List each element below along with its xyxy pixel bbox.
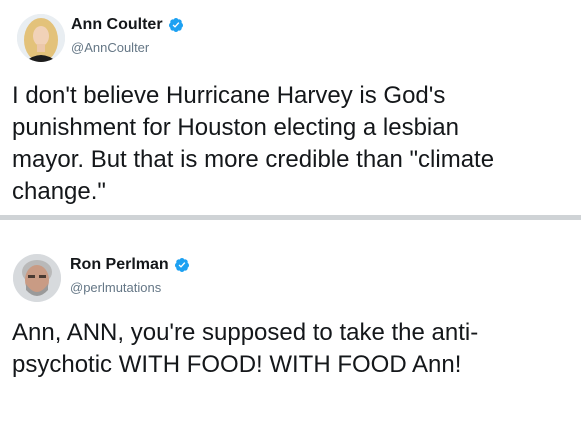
display-name[interactable]: Ann Coulter <box>71 16 163 34</box>
avatar-image <box>17 14 65 62</box>
tweet-text-line: I don't believe Hurricane Harvey is God'… <box>12 82 446 109</box>
verified-badge-icon <box>168 18 183 32</box>
tweet-text-line: mayor. But that is more credible than "c… <box>12 146 495 173</box>
tweet-text-line: change." <box>12 178 106 205</box>
handle[interactable]: @AnnCoulter <box>71 40 149 55</box>
tweet-ann-coulter[interactable]: Ann Coulter @AnnCoulter I don't believe … <box>0 0 581 216</box>
tweet-text-line: Ann, ANN, you're supposed to take the an… <box>12 319 479 346</box>
tweet-text: Ann, ANN, you're supposed to take the an… <box>12 317 574 381</box>
display-name[interactable]: Ron Perlman <box>70 256 169 274</box>
avatar[interactable] <box>13 254 61 302</box>
verified-badge-icon <box>174 258 189 272</box>
tweet-ron-perlman[interactable]: Ron Perlman @perlmutations Ann, ANN, you… <box>0 220 581 428</box>
tweet-text: I don't believe Hurricane Harvey is God'… <box>12 80 574 208</box>
tweet-text-line: psychotic WITH FOOD! WITH FOOD Ann! <box>12 351 462 378</box>
handle[interactable]: @perlmutations <box>70 280 161 295</box>
tweet-text-line: punishment for Houston electing a lesbia… <box>12 114 459 141</box>
avatar-image <box>13 254 61 302</box>
avatar[interactable] <box>17 14 65 62</box>
